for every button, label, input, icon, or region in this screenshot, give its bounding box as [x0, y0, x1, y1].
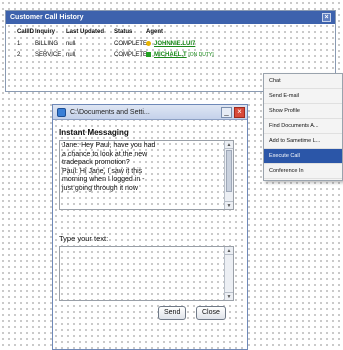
window-close-button[interactable]: ×: [234, 107, 245, 118]
table-row[interactable]: 2 SERVICE null COMPLETE MICHAEL.T [ON DU…: [6, 50, 335, 60]
transcript-line: a chance to look at the new: [62, 150, 148, 158]
agent-context-menu: Chat Send E-mail Show Profile Find Document…: [263, 73, 343, 181]
agent-link[interactable]: MICHAEL.T: [154, 52, 187, 58]
row-agent: MICHAEL.T [ON DUTY]: [146, 50, 214, 60]
menu-item-chat[interactable]: Chat: [264, 74, 342, 89]
im-heading: Instant Messaging: [59, 128, 129, 137]
agent-link[interactable]: JOHNNIE.LUI7: [154, 41, 195, 47]
presence-away-icon: [146, 40, 151, 46]
call-history-close-button[interactable]: ×: [322, 13, 331, 22]
im-window-titlebar[interactable]: C:\Documents and Setti... _ ×: [53, 105, 247, 120]
menu-item-send-e-mail[interactable]: Send E-mail: [264, 89, 342, 104]
call-history-titlebar: Customer Call History ×: [6, 11, 335, 24]
transcript-line: morning when I logged in -: [62, 176, 145, 184]
scroll-thumb[interactable]: [226, 150, 232, 192]
application-icon: [57, 108, 66, 117]
table-header-row: CallID Inquiry Last Updated Status Agent: [6, 27, 335, 37]
scroll-up-arrow-icon[interactable]: ▲: [225, 141, 233, 149]
row-status: COMPLETE: [114, 52, 148, 58]
input-label: Type your text:: [59, 234, 109, 243]
scroll-up-arrow-icon[interactable]: ▲: [225, 247, 233, 255]
header-agent[interactable]: Agent: [146, 27, 163, 37]
menu-item-add-to-sametime-l[interactable]: Add to Sametime L...: [264, 134, 342, 149]
agent-status-text: [ON DUTY]: [188, 52, 214, 58]
table-row[interactable]: 1 BILLING null COMPLETE JOHNNIE.LUI7: [6, 39, 335, 49]
row-callid: 2: [17, 52, 21, 58]
header-inquiry[interactable]: Inquiry: [35, 27, 55, 37]
menu-item-find-documents-a[interactable]: Find Documents A...: [264, 119, 342, 134]
menu-item-show-profile[interactable]: Show Profile: [264, 104, 342, 119]
call-history-title: Customer Call History: [10, 14, 84, 21]
transcript-line: Jane: Hey Paul, have you had: [62, 142, 156, 149]
row-last-updated: null: [66, 41, 76, 47]
row-inquiry: SERVICE: [35, 52, 62, 58]
transcript-line: Paul: Hi Jane, I saw it this: [62, 167, 143, 175]
presence-online-icon: [146, 51, 151, 57]
header-status[interactable]: Status: [114, 27, 132, 37]
menu-item-conference-in[interactable]: Conference In: [264, 164, 342, 179]
close-button[interactable]: Close: [196, 306, 226, 320]
message-input[interactable]: ▲ ▼: [59, 246, 234, 301]
instant-messaging-window: C:\Documents and Setti... _ × Instant Me…: [52, 104, 248, 350]
row-inquiry: BILLING: [35, 41, 59, 47]
transcript-line: tradepack promotion?: [62, 159, 130, 167]
row-last-updated: null: [66, 52, 76, 58]
row-agent: JOHNNIE.LUI7: [146, 39, 195, 49]
row-callid: 1: [17, 41, 21, 47]
transcript-scrollbar[interactable]: ▲ ▼: [224, 141, 233, 209]
im-window-title: C:\Documents and Setti...: [70, 109, 150, 116]
scroll-down-arrow-icon[interactable]: ▼: [225, 201, 233, 209]
transcript-line: just going through it now: [62, 184, 138, 192]
menu-item-execute-call[interactable]: Execute Call: [264, 149, 342, 164]
header-callid[interactable]: CallID: [17, 27, 34, 37]
minimize-button[interactable]: _: [221, 107, 232, 118]
header-last-updated[interactable]: Last Updated: [66, 27, 104, 37]
page: { "history": { "title": "Customer Call H…: [0, 0, 343, 350]
transcript-lines: Jane: Hey Paul, have you had a chance to …: [62, 142, 219, 194]
send-button[interactable]: Send: [158, 306, 187, 320]
input-scrollbar[interactable]: ▲ ▼: [224, 247, 233, 300]
chat-transcript[interactable]: Jane: Hey Paul, have you had a chance to …: [59, 140, 234, 210]
scroll-down-arrow-icon[interactable]: ▼: [225, 292, 233, 300]
row-status: COMPLETE: [114, 41, 148, 47]
